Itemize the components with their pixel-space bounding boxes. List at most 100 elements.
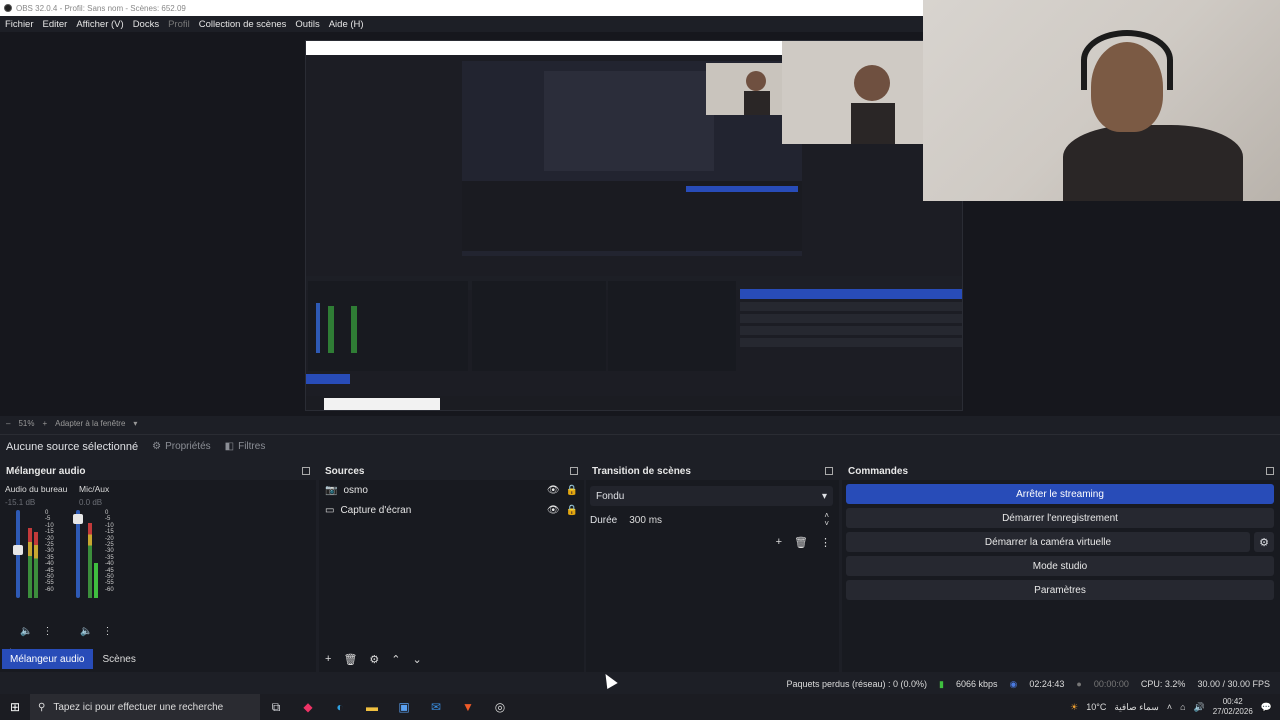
edge-icon[interactable]: ◐: [324, 694, 356, 720]
eye-icon[interactable]: 👁: [547, 485, 560, 496]
tick-label: -60: [45, 586, 54, 593]
channel-controls: 🔈 ⋮: [20, 626, 52, 637]
fader-knob[interactable]: [73, 513, 83, 524]
zoom-fit-label[interactable]: Adapter à la fenêtre: [55, 419, 125, 428]
clock[interactable]: 00:42 27/02/2026: [1213, 697, 1253, 717]
tab-mixer[interactable]: Mélangeur audio: [2, 649, 93, 669]
task-view-icon[interactable]: ⧉: [260, 694, 292, 720]
start-recording-button[interactable]: Démarrer l'enregistrement: [846, 508, 1274, 528]
speaker-icon[interactable]: 🔈: [20, 626, 32, 637]
dock-tabs: Mélangeur audio Scènes: [0, 648, 316, 670]
add-source-icon[interactable]: +: [325, 653, 331, 665]
transitions-header: Transition de scènes: [586, 462, 839, 480]
channel-name: Audio du bureau: [5, 484, 68, 494]
virtual-camera-button[interactable]: Démarrer la caméra virtuelle: [846, 532, 1250, 552]
move-up-icon[interactable]: ⌃: [391, 653, 400, 666]
menu-profil[interactable]: Profil: [168, 19, 190, 30]
network-icon[interactable]: ⌂: [1180, 702, 1185, 712]
window-title: OBS 32.0.4 - Profil: Sans nom - Scènes: …: [16, 3, 186, 13]
volume-fader[interactable]: [73, 510, 83, 598]
studio-mode-button[interactable]: Mode studio: [846, 556, 1274, 576]
menu-outils[interactable]: Outils: [295, 19, 319, 30]
menu-collection[interactable]: Collection de scènes: [199, 19, 287, 30]
undock-icon[interactable]: [302, 467, 310, 475]
bitrate: 6066 kbps: [955, 679, 998, 689]
source-item[interactable]: 📷 osmo 👁 🔒: [319, 480, 584, 500]
taskbar-search[interactable]: ⚲ Tapez ici pour effectuer une recherche: [30, 694, 260, 720]
volume-icon[interactable]: 🔊: [1194, 702, 1205, 713]
eye-icon[interactable]: 👁: [547, 505, 560, 516]
menu-afficher[interactable]: Afficher (V): [76, 19, 123, 30]
spin-arrows-icon[interactable]: ˄ ˅: [824, 512, 829, 528]
tick-label: -55: [45, 580, 54, 587]
kebab-icon[interactable]: ⋮: [102, 626, 112, 637]
add-transition-icon[interactable]: +: [776, 536, 782, 549]
system-tray: ☀ 10°C سماء صافية ˄ ⌂ 🔊 00:42 27/02/2026…: [1070, 697, 1280, 717]
mixer-body: Audio du bureau -15.1 dB 0 -5 -10 -15 -20 -25…: [0, 480, 316, 672]
source-toolbar: Aucune source sélectionné ⚙ Propriétés ◧ F…: [0, 434, 1280, 458]
move-down-icon[interactable]: ⌄: [413, 653, 422, 666]
duration-row: Durée 300 ms ˄ ˅: [590, 510, 833, 530]
transition-select[interactable]: Fondu ▾: [590, 486, 833, 506]
duration-spinbox[interactable]: 300 ms ˄ ˅: [625, 511, 833, 529]
tick-label: -15: [105, 529, 114, 536]
volume-fader[interactable]: [13, 510, 23, 598]
speaker-icon[interactable]: 🔈: [80, 626, 92, 637]
gear-icon[interactable]: ⚙: [1254, 532, 1274, 552]
undock-icon[interactable]: [570, 467, 578, 475]
file-explorer-icon[interactable]: ▬: [356, 694, 388, 720]
lock-icon[interactable]: 🔒: [566, 485, 578, 496]
stop-streaming-button[interactable]: Arrêter le streaming: [846, 484, 1274, 504]
brave-icon[interactable]: ▼: [452, 694, 484, 720]
mixer-channel: Audio du bureau -15.1 dB: [5, 484, 75, 507]
mixer-header: Mélangeur audio: [0, 462, 316, 480]
copilot-icon[interactable]: ◆: [292, 694, 324, 720]
undock-icon[interactable]: [1266, 467, 1274, 475]
trash-icon[interactable]: 🗑: [343, 653, 357, 666]
menu-docks[interactable]: Docks: [133, 19, 159, 30]
menu-editer[interactable]: Editer: [43, 19, 68, 30]
controls-body: Arrêter le streaming Démarrer l'enregist…: [842, 480, 1280, 672]
notifications-icon[interactable]: 💬: [1261, 702, 1272, 713]
lock-icon[interactable]: 🔒: [566, 505, 578, 516]
transition-buttons: + 🗑 ⋮: [586, 536, 839, 549]
source-item[interactable]: ▭ Capture d'écran 👁 🔒: [319, 500, 584, 520]
sources-toolbar: + 🗑 ⚙ ⌃ ⌄: [319, 646, 584, 672]
tick-label: -40: [45, 561, 54, 568]
taskbar: ⊞ ⚲ Tapez ici pour effectuer une recherc…: [0, 694, 1280, 720]
store-icon[interactable]: ▣: [388, 694, 420, 720]
sources-body: 📷 osmo 👁 🔒 ▭ Capture d'écran 👁 🔒 + 🗑 ⚙ ⌃…: [319, 480, 584, 672]
zoom-out-button[interactable]: –: [6, 419, 10, 428]
zoom-dropdown-icon[interactable]: ▾: [133, 419, 137, 428]
filters-button[interactable]: ◧ Filtres: [225, 441, 266, 452]
kebab-icon[interactable]: ⋮: [42, 626, 52, 637]
zoom-in-button[interactable]: +: [42, 419, 47, 428]
undock-icon[interactable]: [825, 467, 833, 475]
headset: [1081, 30, 1173, 90]
mixer-title: Mélangeur audio: [6, 465, 86, 477]
menu-fichier[interactable]: Fichier: [5, 19, 34, 30]
record-icon: ●: [1076, 679, 1082, 689]
mail-icon[interactable]: ✉: [420, 694, 452, 720]
menu-aide[interactable]: Aide (H): [329, 19, 364, 30]
sources-title: Sources: [325, 465, 365, 477]
transitions-title: Transition de scènes: [592, 465, 691, 477]
channel-controls: 🔈 ⋮: [80, 626, 112, 637]
gear-icon[interactable]: ⚙: [369, 653, 379, 666]
properties-button[interactable]: ⚙ Propriétés: [152, 441, 211, 452]
fader-knob[interactable]: [13, 545, 23, 556]
settings-button[interactable]: Paramètres: [846, 580, 1274, 600]
chevron-up-icon[interactable]: ˄: [1167, 702, 1172, 712]
trash-icon[interactable]: 🗑: [794, 536, 808, 549]
obs-icon[interactable]: ◎: [484, 694, 516, 720]
kebab-icon[interactable]: ⋮: [820, 536, 831, 549]
zoom-level: 51%: [18, 418, 35, 428]
record-time: 00:00:00: [1093, 679, 1129, 689]
signal-icon: ▮: [939, 678, 944, 689]
sources-header: Sources: [319, 462, 584, 480]
tick-label: -40: [105, 561, 114, 568]
preview-canvas[interactable]: [305, 40, 963, 411]
windows-start-icon[interactable]: ⊞: [0, 694, 30, 720]
tab-scenes[interactable]: Scènes: [95, 649, 144, 669]
sources-dock: Sources 📷 osmo 👁 🔒 ▭ Capture d'écran 👁 🔒…: [319, 462, 584, 672]
